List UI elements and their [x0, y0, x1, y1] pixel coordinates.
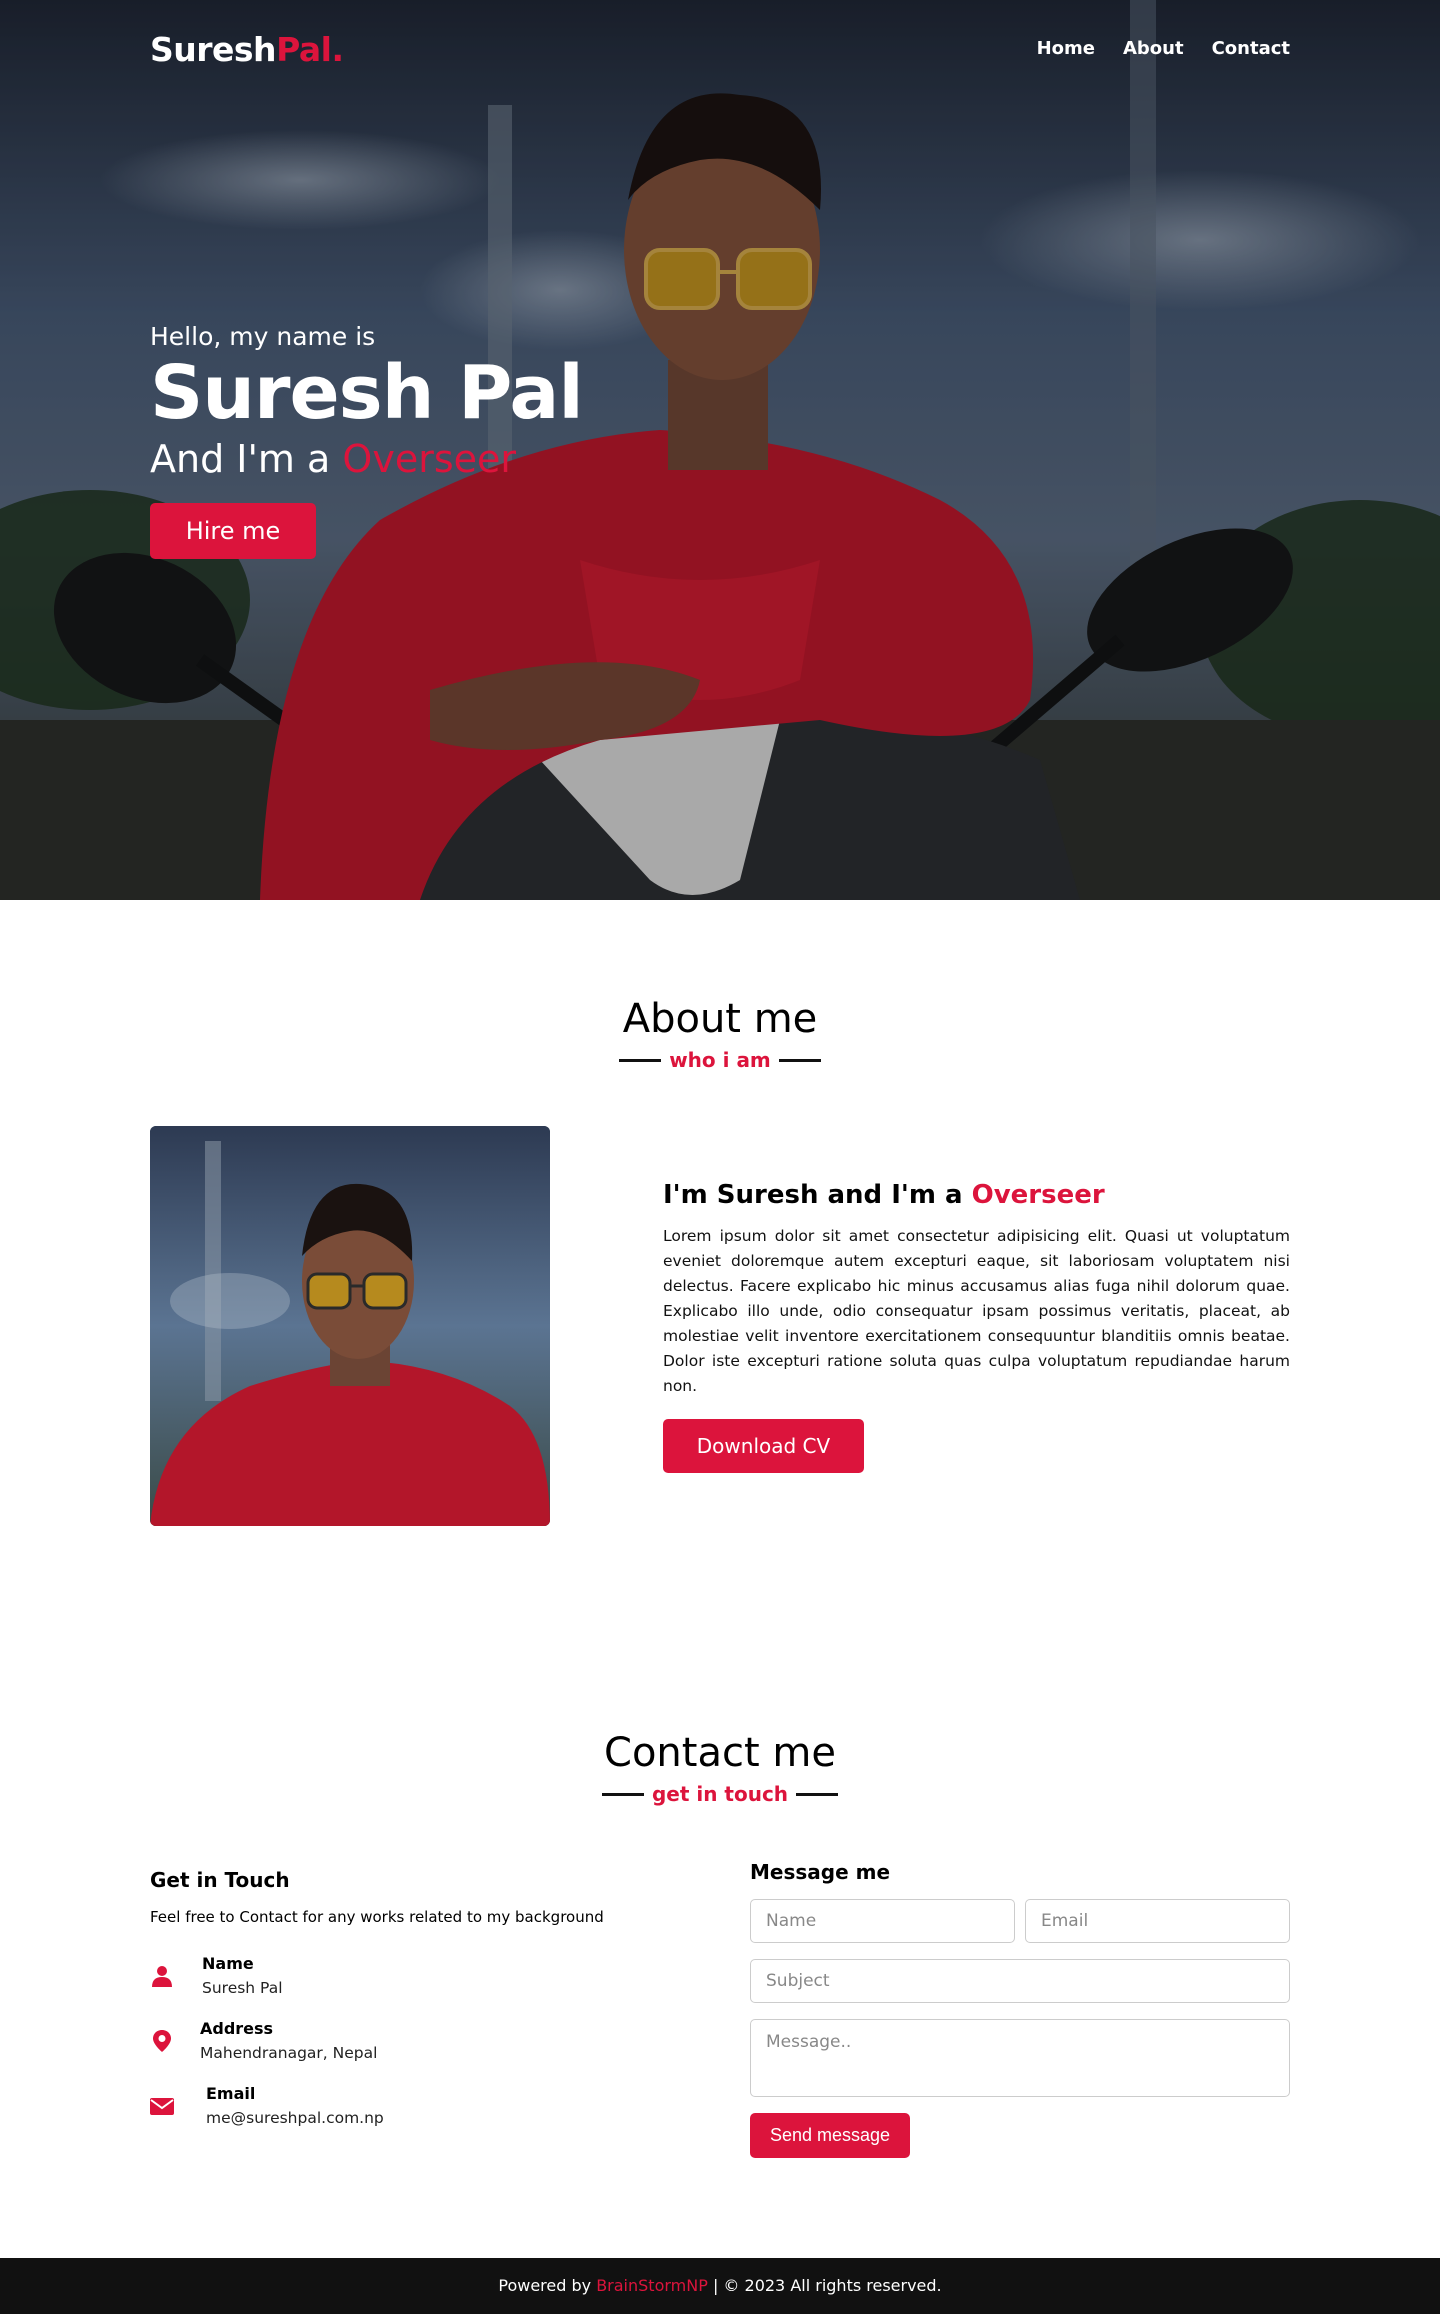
contact-info-name: Name Suresh Pal — [150, 1954, 283, 1997]
nav-home-link[interactable]: Home — [1037, 38, 1095, 59]
logo-main: Suresh — [150, 30, 277, 69]
footer-brand-link[interactable]: BrainStormNP — [596, 2276, 708, 2295]
info-value: me@sureshpal.com.np — [206, 2109, 384, 2127]
about-photo — [150, 1126, 550, 1526]
navbar: SureshPal. Home About Contact — [0, 0, 1440, 100]
subtitle-line-left — [601, 1792, 644, 1796]
name-input[interactable] — [750, 1899, 1015, 1943]
download-cv-button[interactable]: Download CV — [663, 1419, 864, 1473]
send-message-button[interactable]: Send message — [750, 2113, 910, 2158]
hire-me-button[interactable]: Hire me — [150, 502, 316, 559]
contact-info-description: Feel free to Contact for any works relat… — [150, 1908, 604, 1926]
map-marker-icon — [153, 2030, 171, 2052]
site-logo[interactable]: SureshPal. — [150, 30, 344, 69]
about-content: I'm Suresh and I'm a Overseer Lorem ipsu… — [663, 1180, 1290, 1473]
contact-form: Message me Send message — [750, 1860, 1290, 2158]
subject-input[interactable] — [750, 1959, 1290, 2003]
contact-title: Contact me — [604, 1730, 836, 1776]
contact-info-title: Get in Touch — [150, 1868, 290, 1892]
user-icon — [152, 1966, 172, 1987]
info-text: Email me@sureshpal.com.np — [206, 2084, 384, 2127]
about-heading: I'm Suresh and I'm a Overseer — [663, 1180, 1290, 1210]
info-value: Suresh Pal — [202, 1979, 283, 1997]
about-photo-graphic — [150, 1126, 550, 1526]
contact-subtitle: get in touch — [651, 1782, 789, 1806]
about-subtitle-wrap: who i am — [0, 1048, 1440, 1072]
contact-info-address: Address Mahendranagar, Nepal — [150, 2019, 377, 2062]
hero-text: Hello, my name is Suresh Pal And I'm a O… — [150, 322, 584, 559]
footer-copyright: | © 2023 All rights reserved. — [712, 2276, 942, 2295]
contact-info: Get in Touch Feel free to Contact for an… — [150, 1868, 710, 2127]
hero-role: Overseer — [342, 436, 517, 481]
about-subtitle: who i am — [669, 1048, 771, 1072]
email-input[interactable] — [1025, 1899, 1290, 1943]
info-value: Mahendranagar, Nepal — [200, 2044, 378, 2062]
info-text: Name Suresh Pal — [202, 1954, 283, 1997]
contact-info-email: Email me@sureshpal.com.np — [150, 2084, 384, 2127]
hero-role-prefix: And I'm a — [150, 436, 331, 481]
info-text: Address Mahendranagar, Nepal — [200, 2019, 377, 2062]
about-paragraph: Lorem ipsum dolor sit amet consectetur a… — [663, 1227, 1290, 1395]
message-textarea[interactable] — [750, 2019, 1290, 2097]
contact-subtitle-wrap: get in touch — [0, 1782, 1440, 1806]
hero-name: Suresh Pal — [150, 350, 584, 436]
subtitle-line-left — [619, 1058, 662, 1062]
subtitle-line-right — [796, 1792, 839, 1796]
nav-contact-link[interactable]: Contact — [1212, 38, 1290, 59]
footer: Powered by BrainStormNP | © 2023 All rig… — [0, 2258, 1440, 2314]
nav-menu: Home About Contact — [1037, 38, 1290, 59]
contact-form-title: Message me — [750, 1860, 891, 1884]
logo-accent: Pal. — [276, 30, 344, 69]
info-label: Name — [202, 1954, 254, 1973]
envelope-icon — [150, 2098, 174, 2115]
footer-prefix: Powered by — [498, 2276, 592, 2295]
about-section-title: About me who i am — [0, 996, 1440, 1072]
about-title: About me — [622, 996, 818, 1042]
contact-section-title: Contact me get in touch — [0, 1730, 1440, 1806]
about-heading-prefix: I'm Suresh and I'm a — [663, 1180, 963, 1210]
info-label: Email — [206, 2084, 256, 2103]
hero-section: Hello, my name is Suresh Pal And I'm a O… — [0, 0, 1440, 900]
info-label: Address — [200, 2019, 274, 2038]
about-heading-role: Overseer — [971, 1180, 1105, 1210]
hero-role-line: And I'm a Overseer — [150, 437, 583, 481]
hero-greeting: Hello, my name is — [150, 322, 376, 351]
nav-about-link[interactable]: About — [1123, 38, 1184, 59]
subtitle-line-right — [778, 1058, 821, 1062]
